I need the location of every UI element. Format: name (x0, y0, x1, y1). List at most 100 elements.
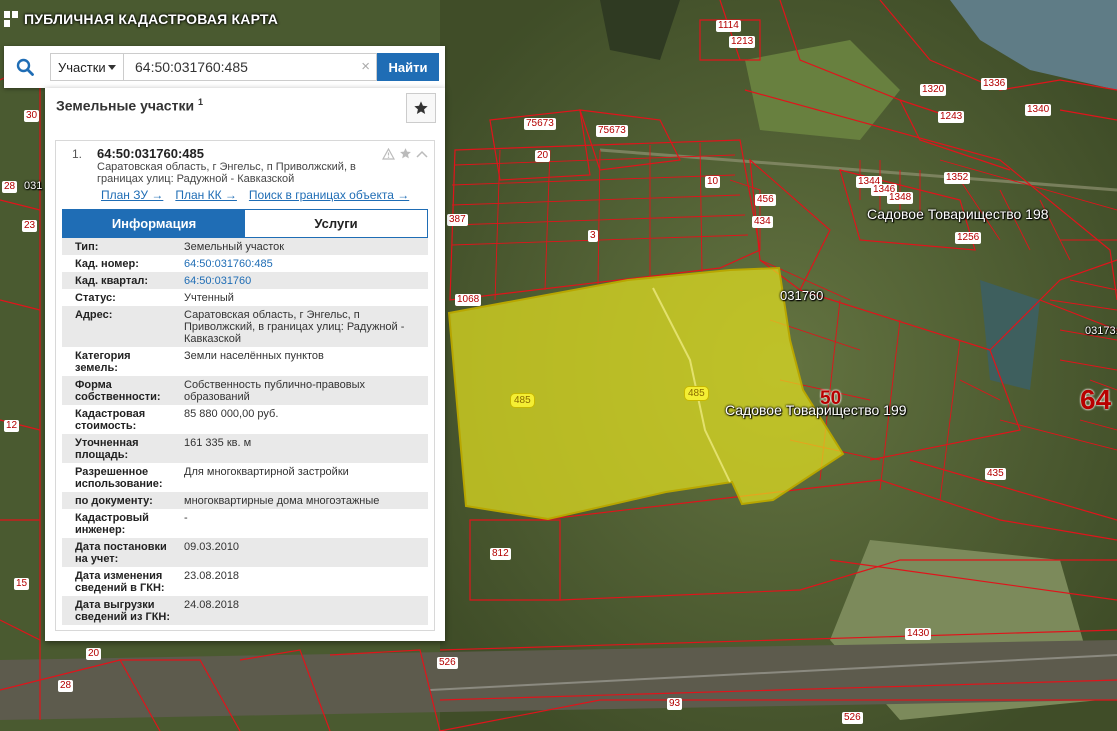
parcel-number[interactable]: 1256 (955, 232, 982, 244)
panel-title-text: Земельные участки (56, 97, 195, 114)
info-key: Разрешенное использование: (75, 466, 163, 490)
parcel-number[interactable]: 526 (437, 657, 458, 669)
parcel-number[interactable]: 28 (58, 680, 74, 692)
parcel-number[interactable]: 812 (490, 548, 511, 560)
parcel-number[interactable]: 1430 (905, 628, 932, 640)
parcel-number[interactable]: 28 (2, 181, 18, 193)
chevron-up-icon[interactable] (416, 149, 428, 159)
parcel-number[interactable]: 1243 (938, 111, 965, 123)
parcel-number[interactable]: 15 (14, 578, 30, 590)
result-address: Саратовская область, г Энгельс, п Привол… (97, 161, 356, 185)
info-value: Саратовская область, г Энгельс, п Привол… (184, 309, 405, 345)
parcel-number[interactable]: 434 (752, 216, 773, 228)
parcel-number[interactable]: 1340 (1025, 104, 1052, 116)
info-value: Для многоквартирной застройки (184, 466, 349, 478)
star-icon (414, 101, 428, 114)
result-count: 1 (197, 97, 203, 107)
quarter-label-031731: 031731 (1085, 325, 1117, 337)
parcel-number[interactable]: 75673 (524, 118, 556, 130)
search-type-label: Участки (58, 59, 106, 75)
favorites-button[interactable] (406, 93, 436, 123)
app-logo-icon (4, 11, 18, 27)
parcel-number[interactable]: 1320 (920, 84, 947, 96)
info-value: 161 335 кв. м (184, 437, 252, 449)
parcel-number[interactable]: 3 (588, 230, 598, 242)
link-search-in-bounds[interactable]: Поиск в границах объекта → (249, 188, 409, 202)
info-key: Кад. номер: (75, 258, 139, 270)
parcel-number[interactable]: 75673 (596, 125, 628, 137)
result-index: 1. (72, 147, 83, 161)
parcel-number[interactable]: 20 (86, 648, 102, 660)
parcel-number[interactable]: 1352 (944, 172, 971, 184)
info-key: по документу: (75, 495, 153, 507)
info-key: Дата выгрузки сведений из ГКН: (75, 599, 171, 623)
search-input-wrapper: × (124, 53, 377, 81)
warning-icon[interactable] (382, 147, 395, 160)
selected-parcel-label[interactable]: 485 (684, 386, 709, 401)
parcel-number[interactable]: 30 (24, 110, 40, 122)
clear-icon[interactable]: × (361, 59, 370, 75)
search-button[interactable]: Найти (377, 53, 439, 81)
parcel-number[interactable]: 456 (755, 194, 776, 206)
app-header: ПУБЛИЧНАЯ КАДАСТРОВАЯ КАРТА (4, 11, 278, 27)
tab-information[interactable]: Информация (63, 210, 245, 237)
parcel-number[interactable]: 1068 (455, 294, 482, 306)
selected-parcel[interactable] (447, 266, 845, 521)
parcel-number[interactable]: 12 (4, 420, 20, 432)
info-row: Категория земель: Земли населённых пункто… (62, 347, 428, 376)
parcel-number[interactable]: 1348 (887, 192, 914, 204)
parcel-number[interactable]: 1213 (729, 36, 756, 48)
parcel-number[interactable]: 20 (535, 150, 551, 162)
info-row: Дата постановки на учет: 09.03.2010 (62, 538, 428, 567)
info-row: Дата выгрузки сведений из ГКН: 24.08.2018 (62, 596, 428, 625)
info-value: 23.08.2018 (184, 570, 240, 582)
info-value-cell: 64:50:031760 (182, 272, 428, 289)
quarter-label-031: 031 (24, 180, 43, 192)
results-panel: Земельные участки 1 1. 64:50:031760:485 … (45, 88, 445, 641)
info-key: Статус: (75, 292, 116, 304)
tab-services[interactable]: Услуги (245, 210, 427, 237)
app-title: ПУБЛИЧНАЯ КАДАСТРОВАЯ КАРТА (24, 11, 279, 27)
info-value: Собственность публично-правовых образова… (184, 379, 366, 403)
info-row: Разрешенное использование: Для многокварт… (62, 463, 428, 492)
info-value: 85 880 000,00 руб. (184, 408, 279, 420)
info-key: Дата постановки на учет: (75, 541, 167, 565)
info-value-cell: 64:50:031760:485 (182, 255, 428, 272)
panel-title: Земельные участки 1 (56, 97, 203, 114)
district-number-50: 50 (820, 388, 842, 409)
parcel-number[interactable]: 23 (22, 220, 38, 232)
info-row: Кад. квартал: 64:50:031760 (62, 272, 428, 289)
parcel-number[interactable]: 1336 (981, 78, 1008, 90)
parcel-number[interactable]: 435 (985, 468, 1006, 480)
info-key: Кадастровый инженер: (75, 512, 149, 536)
info-key: Форма собственности: (75, 379, 161, 403)
search-input[interactable] (124, 54, 376, 80)
selected-parcel-label[interactable]: 485 (510, 393, 535, 408)
parcel-number[interactable]: 93 (667, 698, 683, 710)
parcel-number[interactable]: 10 (705, 176, 721, 188)
result-card: 1. 64:50:031760:485 Саратовская область,… (55, 140, 435, 631)
info-key: Тип: (75, 241, 99, 253)
info-row: Уточненная площадь: 161 335 кв. м (62, 434, 428, 463)
info-row: Форма собственности: Собственность публич… (62, 376, 428, 405)
star-icon[interactable] (399, 147, 412, 160)
info-value-link[interactable]: 64:50:031760 (184, 275, 251, 287)
quarter-label-031760: 031760 (780, 288, 824, 303)
garden-label-199: Садовое Товарищество 199 (725, 402, 907, 418)
search-type-select[interactable]: Участки (50, 53, 124, 81)
result-cad-number[interactable]: 64:50:031760:485 (97, 146, 204, 161)
parcel-number[interactable]: 1114 (716, 20, 741, 32)
parcel-number[interactable]: 387 (447, 214, 468, 226)
info-value-link[interactable]: 64:50:031760:485 (184, 258, 273, 270)
info-key: Дата изменения сведений в ГКН: (75, 570, 165, 594)
link-plan-zu[interactable]: План ЗУ → (101, 188, 163, 202)
chevron-down-icon (108, 64, 116, 70)
info-value: Земельный участок (184, 241, 285, 253)
search-icon[interactable] (4, 46, 46, 88)
parcel-number[interactable]: 526 (842, 712, 863, 724)
info-row: Кадастровая стоимость: 85 880 000,00 руб. (62, 405, 428, 434)
link-plan-kk[interactable]: План КК → (175, 188, 237, 202)
info-value: Земли населённых пунктов (184, 350, 324, 362)
info-value: 24.08.2018 (184, 599, 240, 611)
search-bar: Участки × Найти (4, 46, 445, 88)
